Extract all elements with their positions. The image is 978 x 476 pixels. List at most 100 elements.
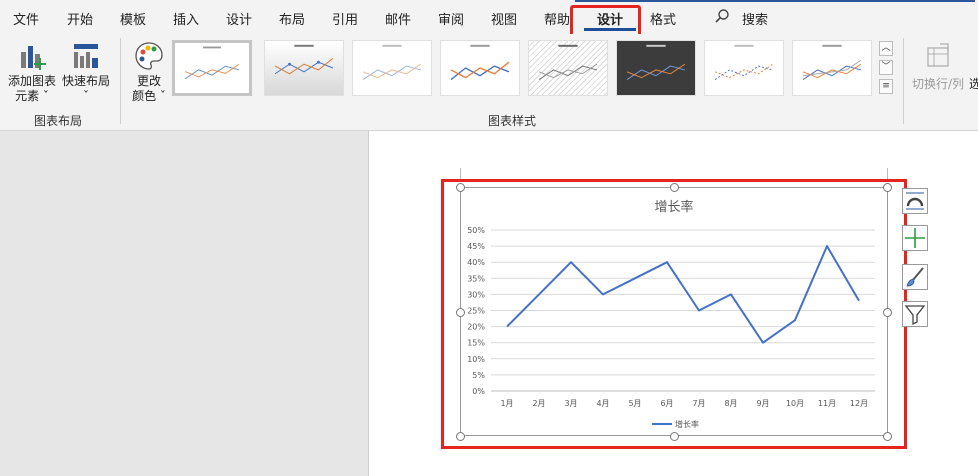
search-icon[interactable] xyxy=(714,8,730,28)
line-chart: 增长率 0% 5% 10% 15% 20% 25% 30% 35% 40% 45% 50% 1月 2月… xyxy=(467,199,875,429)
contextual-tab-strip xyxy=(575,0,975,2)
tab-chart-design[interactable]: 设计 xyxy=(597,9,623,28)
x-tick-label: 10月 xyxy=(786,399,804,408)
margin-mark xyxy=(887,168,888,180)
x-tick-label: 3月 xyxy=(564,399,577,408)
chart-style-thumbnail[interactable] xyxy=(172,40,252,96)
layout-options-icon xyxy=(906,192,924,210)
chart-styles-group-label: 图表样式 xyxy=(488,114,537,128)
tab-design[interactable]: 设计 xyxy=(226,9,252,28)
tab-view[interactable]: 视图 xyxy=(491,9,517,28)
chart-title[interactable]: 增长率 xyxy=(654,199,693,215)
resize-handle-right[interactable] xyxy=(883,308,892,317)
plus-icon xyxy=(905,228,925,248)
tab-home[interactable]: 开始 xyxy=(67,9,93,28)
layout-options-button[interactable] xyxy=(902,188,928,214)
gridlines xyxy=(491,229,875,392)
y-tick-label: 45% xyxy=(467,242,485,251)
resize-handle-bottom-left[interactable] xyxy=(456,432,465,441)
x-tick-label: 8月 xyxy=(724,399,737,408)
change-colors-label-1: 更改 xyxy=(136,74,161,88)
change-colors-label-2: 颜色 ˇ xyxy=(132,89,166,103)
legend-label: 增长率 xyxy=(675,419,699,429)
chart-style-thumbnail[interactable] xyxy=(352,40,432,96)
resize-handle-top[interactable] xyxy=(670,183,679,192)
y-tick-label: 50% xyxy=(467,226,485,235)
chart-style-thumbnail[interactable] xyxy=(264,40,344,96)
y-tick-label: 0% xyxy=(472,387,485,396)
chart-styles-button[interactable] xyxy=(902,264,928,290)
add-chart-element-button[interactable]: 添加图表 元素 ˇ xyxy=(6,40,58,104)
change-colors-button[interactable]: 更改 颜色 ˇ xyxy=(128,40,170,104)
quick-layout-button[interactable]: 快速布局 ˇ xyxy=(61,40,111,104)
legend[interactable]: 增长率 xyxy=(652,419,699,429)
x-axis-tick-labels: 1月 2月 3月 4月 5月 6月 7月 8月 9月 10月 11月 12月 xyxy=(500,399,868,408)
paintbrush-icon xyxy=(906,267,924,287)
ribbon-body: 添加图表 元素 ˇ 快速布局 ˇ 图表布局 更改 颜色 ˇ ︿ ﹀ ≡ 图表样式… xyxy=(0,34,978,131)
x-tick-label: 12月 xyxy=(850,399,868,408)
chart-style-gallery xyxy=(172,40,876,100)
search-label[interactable]: 搜索 xyxy=(742,9,768,28)
tab-references[interactable]: 引用 xyxy=(332,9,358,28)
chart-style-thumbnail[interactable] xyxy=(792,40,872,96)
chart-elements-button[interactable] xyxy=(902,225,928,251)
switch-row-column-icon xyxy=(927,43,949,67)
quick-layout-icon xyxy=(74,44,98,68)
filter-icon xyxy=(904,305,926,326)
x-tick-label: 7月 xyxy=(692,399,705,408)
chart-area[interactable]: 增长率 0% 5% 10% 15% 20% 25% 30% 35% 40% 45% 50% 1月 2月… xyxy=(460,187,888,436)
chart-style-thumbnail[interactable] xyxy=(704,40,784,96)
group-divider xyxy=(120,38,121,124)
resize-handle-top-right[interactable] xyxy=(883,183,892,192)
ribbon-tab-bar: 文件 开始 模板 插入 设计 布局 引用 邮件 审阅 视图 帮助 设计 格式 搜… xyxy=(0,0,978,42)
y-axis-tick-labels: 0% 5% 10% 15% 20% 25% 30% 35% 40% 45% 50% xyxy=(467,226,485,396)
tab-insert[interactable]: 插入 xyxy=(173,9,199,28)
gallery-scroll-down-button[interactable]: ﹀ xyxy=(879,60,893,75)
tab-template[interactable]: 模板 xyxy=(120,9,146,28)
x-tick-label: 2月 xyxy=(532,399,545,408)
chart-filters-button[interactable] xyxy=(902,301,928,327)
add-chart-element-label-2: 元素 ˇ xyxy=(15,89,49,103)
y-tick-label: 5% xyxy=(472,371,485,380)
chevron-down-icon: ˇ xyxy=(83,89,89,103)
gallery-scroll-up-button[interactable]: ︿ xyxy=(879,41,893,56)
tab-layout[interactable]: 布局 xyxy=(279,9,305,28)
active-tab-underline xyxy=(584,28,636,31)
gallery-expand-button[interactable]: ≡ xyxy=(879,79,893,94)
chart-style-thumbnail[interactable] xyxy=(528,40,608,96)
tab-mailings[interactable]: 邮件 xyxy=(385,9,411,28)
resize-handle-left[interactable] xyxy=(456,308,465,317)
chart-style-thumbnail[interactable] xyxy=(616,40,696,96)
add-chart-element-icon xyxy=(21,46,46,70)
y-tick-label: 20% xyxy=(467,323,485,332)
resize-handle-top-left[interactable] xyxy=(456,183,465,192)
y-tick-label: 30% xyxy=(467,290,485,299)
palette-icon xyxy=(135,42,163,70)
chart-layout-group-label: 图表布局 xyxy=(34,114,83,128)
resize-handle-bottom-right[interactable] xyxy=(883,432,892,441)
y-tick-label: 35% xyxy=(467,274,485,283)
x-tick-label: 5月 xyxy=(628,399,641,408)
x-tick-label: 1月 xyxy=(500,399,513,408)
select-data-button-partial[interactable]: 选 xyxy=(969,75,978,92)
margin-mark xyxy=(460,168,461,180)
y-tick-label: 10% xyxy=(467,355,485,364)
x-tick-label: 6月 xyxy=(660,399,673,408)
chart-style-thumbnail[interactable] xyxy=(440,40,520,96)
group-divider xyxy=(903,38,904,124)
tab-review[interactable]: 审阅 xyxy=(438,9,464,28)
quick-layout-label: 快速布局 xyxy=(61,74,110,88)
switch-row-column-label: 切换行/列 xyxy=(911,77,965,91)
y-tick-label: 15% xyxy=(467,339,485,348)
add-chart-element-label-1: 添加图表 xyxy=(7,74,56,88)
y-tick-label: 40% xyxy=(467,258,485,267)
switch-row-column-button[interactable]: 切换行/列 xyxy=(910,40,966,92)
x-tick-label: 9月 xyxy=(756,399,769,408)
x-tick-label: 11月 xyxy=(818,399,836,408)
y-tick-label: 25% xyxy=(467,307,485,316)
tab-file[interactable]: 文件 xyxy=(13,9,39,28)
tab-format[interactable]: 格式 xyxy=(650,9,676,28)
x-tick-label: 4月 xyxy=(596,399,609,408)
tab-help[interactable]: 帮助 xyxy=(544,9,570,28)
resize-handle-bottom[interactable] xyxy=(670,432,679,441)
